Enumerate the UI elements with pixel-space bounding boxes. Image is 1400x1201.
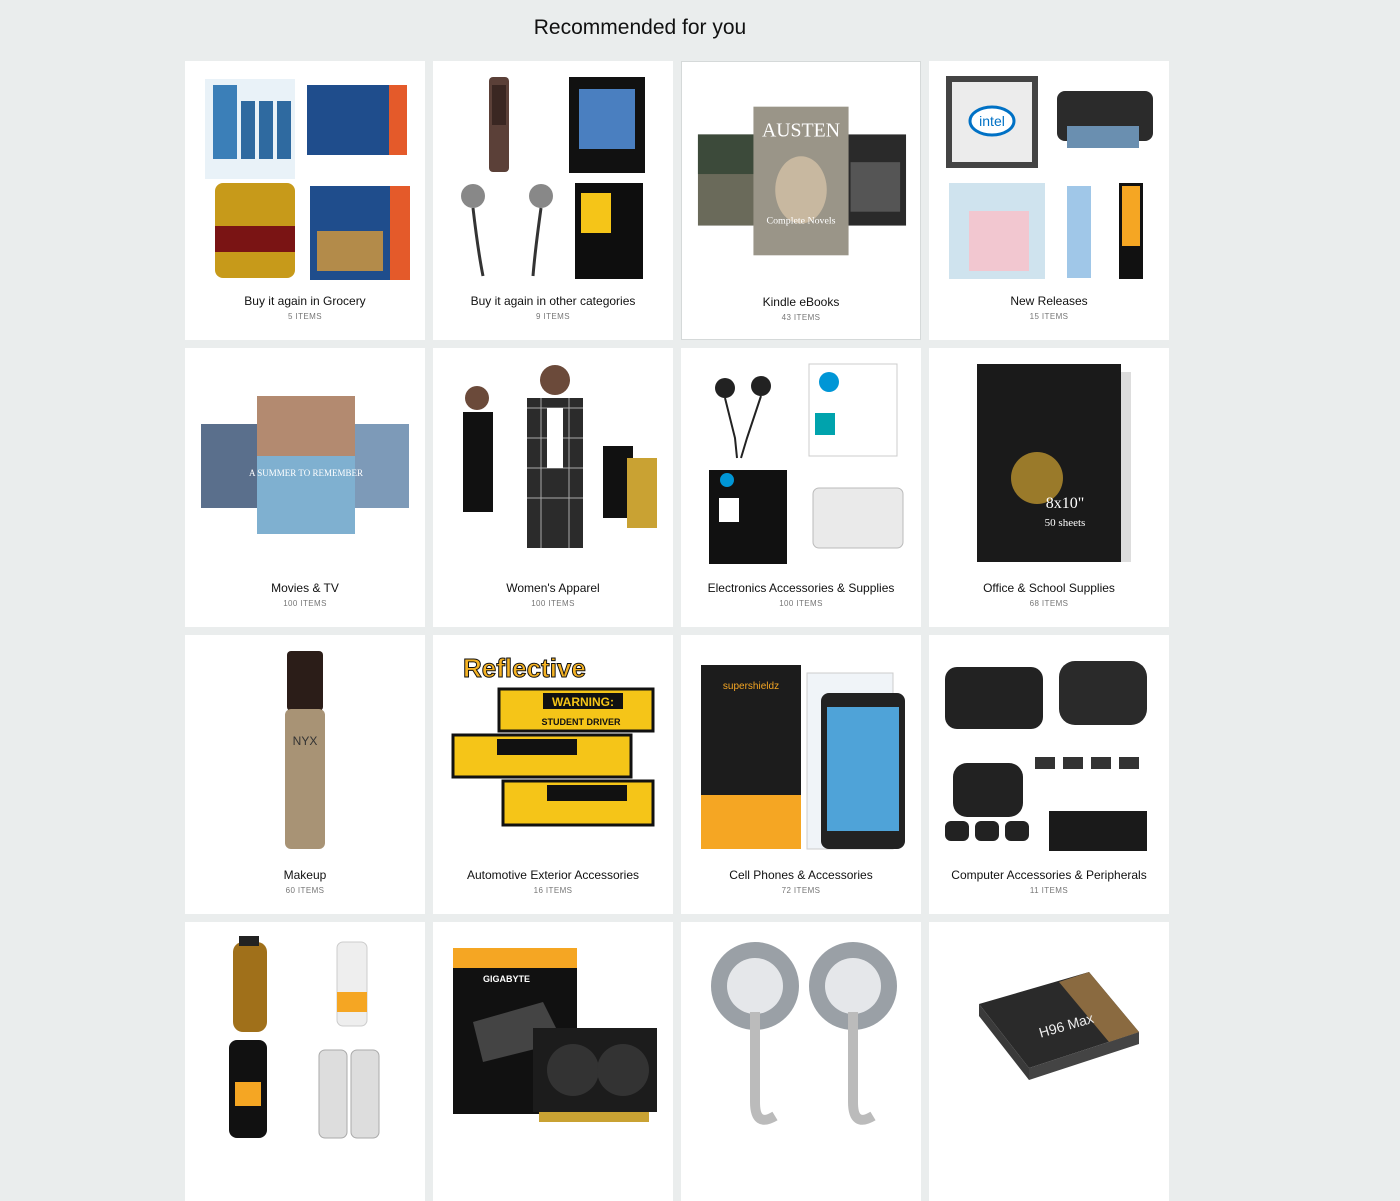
brand-text: NYX — [293, 734, 318, 748]
card-item-count: 72 ITEMS — [781, 886, 821, 895]
cover-title: AUSTEN — [762, 119, 840, 141]
headline-text: Reflective — [463, 653, 586, 683]
cover-subtitle: Complete Novels — [767, 216, 836, 227]
card-label[interactable]: Buy it again in other categories — [433, 294, 673, 308]
category-card-other[interactable]: Buy it again in other categories 9 ITEMS — [433, 61, 673, 340]
card-label[interactable]: Kindle eBooks — [682, 295, 920, 309]
card-label[interactable]: Buy it again in Grocery — [185, 294, 425, 308]
paper-size-text: 8x10" — [1046, 495, 1085, 512]
category-card-womens-apparel[interactable]: Women's Apparel 100 ITEMS — [433, 348, 673, 627]
new-releases-icon: intel — [939, 71, 1159, 286]
ebook-covers-icon: AUSTEN Complete Novels — [692, 72, 910, 287]
card-item-count: 16 ITEMS — [533, 886, 573, 895]
card-label[interactable]: Electronics Accessories & Supplies — [681, 581, 921, 595]
category-card-office-school[interactable]: 8x10" 50 sheets Office & School Supplies… — [929, 348, 1169, 627]
card-item-count: 68 ITEMS — [1029, 599, 1069, 608]
category-card-automotive-exterior[interactable]: Reflective WARNING: STUDENT DRIVER Autom… — [433, 635, 673, 914]
tv-box-icon: H96 Max — [939, 932, 1159, 1147]
category-card-cell-phones[interactable]: supershieldz Cell Phones & Accessories 7… — [681, 635, 921, 914]
card-label[interactable]: Makeup — [185, 868, 425, 882]
brand-text: GIGABYTE — [483, 974, 530, 984]
card-label[interactable]: Office & School Supplies — [929, 581, 1169, 595]
mixed-products-icon — [443, 71, 663, 286]
category-card-home-storage[interactable] — [681, 922, 921, 1201]
category-card-new-releases[interactable]: intel New Releases 15 ITEMS — [929, 61, 1169, 340]
photo-paper-icon: 8x10" 50 sheets — [939, 358, 1159, 573]
category-card-movies-tv[interactable]: A SUMMER TO REMEMBER Movies & TV 100 ITE… — [185, 348, 425, 627]
electronics-supplies-icon — [691, 358, 911, 573]
card-item-count: 9 ITEMS — [536, 312, 570, 321]
card-item-count: 43 ITEMS — [781, 313, 821, 322]
shampoo-bottles-icon — [195, 932, 415, 1147]
card-label[interactable]: Women's Apparel — [433, 581, 673, 595]
lip-cream-icon: NYX — [195, 645, 415, 860]
sheet-count-text: 50 sheets — [1045, 517, 1086, 529]
card-label[interactable]: Movies & TV — [185, 581, 425, 595]
apparel-icon — [443, 358, 663, 573]
card-label[interactable]: New Releases — [929, 294, 1169, 308]
screen-protector-icon: supershieldz — [691, 645, 911, 860]
category-card-grocery[interactable]: Buy it again in Grocery 5 ITEMS — [185, 61, 425, 340]
card-item-count: 100 ITEMS — [283, 599, 327, 608]
grocery-collage-icon — [195, 71, 415, 286]
card-label[interactable]: Cell Phones & Accessories — [681, 868, 921, 882]
category-card-computer-accessories[interactable]: Computer Accessories & Peripherals 11 IT… — [929, 635, 1169, 914]
mini-keyboard-icon — [939, 645, 1159, 860]
sign-title: WARNING: — [552, 695, 614, 709]
category-card-streaming-media[interactable]: H96 Max — [929, 922, 1169, 1201]
card-item-count: 5 ITEMS — [288, 312, 322, 321]
dvd-title: A SUMMER TO REMEMBER — [249, 468, 363, 478]
card-item-count: 100 ITEMS — [779, 599, 823, 608]
card-item-count: 100 ITEMS — [531, 599, 575, 608]
category-card-hair-care[interactable] — [185, 922, 425, 1201]
category-card-electronics-supplies[interactable]: Electronics Accessories & Supplies 100 I… — [681, 348, 921, 627]
category-card-computer-components[interactable]: GIGABYTE — [433, 922, 673, 1201]
category-card-makeup[interactable]: NYX Makeup 60 ITEMS — [185, 635, 425, 914]
card-label[interactable]: Automotive Exterior Accessories — [433, 868, 673, 882]
category-card-kindle-ebooks[interactable]: AUSTEN Complete Novels Kindle eBooks 43 … — [681, 61, 921, 340]
warning-magnets-icon: Reflective WARNING: STUDENT DRIVER — [443, 645, 663, 860]
card-item-count: 60 ITEMS — [285, 886, 325, 895]
dvd-covers-icon: A SUMMER TO REMEMBER — [195, 358, 415, 573]
page-title: Recommended for you — [533, 16, 747, 39]
graphics-card-icon: GIGABYTE — [443, 932, 663, 1147]
brand-text: supershieldz — [723, 681, 779, 692]
card-label[interactable]: Computer Accessories & Peripherals — [929, 868, 1169, 882]
recommendations-grid: Buy it again in Grocery 5 ITEMS Buy it a… — [185, 61, 1169, 1201]
suction-hooks-icon — [691, 932, 911, 1147]
card-item-count: 15 ITEMS — [1029, 312, 1069, 321]
card-item-count: 11 ITEMS — [1029, 886, 1069, 895]
intel-logo-text: intel — [979, 113, 1005, 129]
sign-subtitle: STUDENT DRIVER — [541, 717, 621, 727]
